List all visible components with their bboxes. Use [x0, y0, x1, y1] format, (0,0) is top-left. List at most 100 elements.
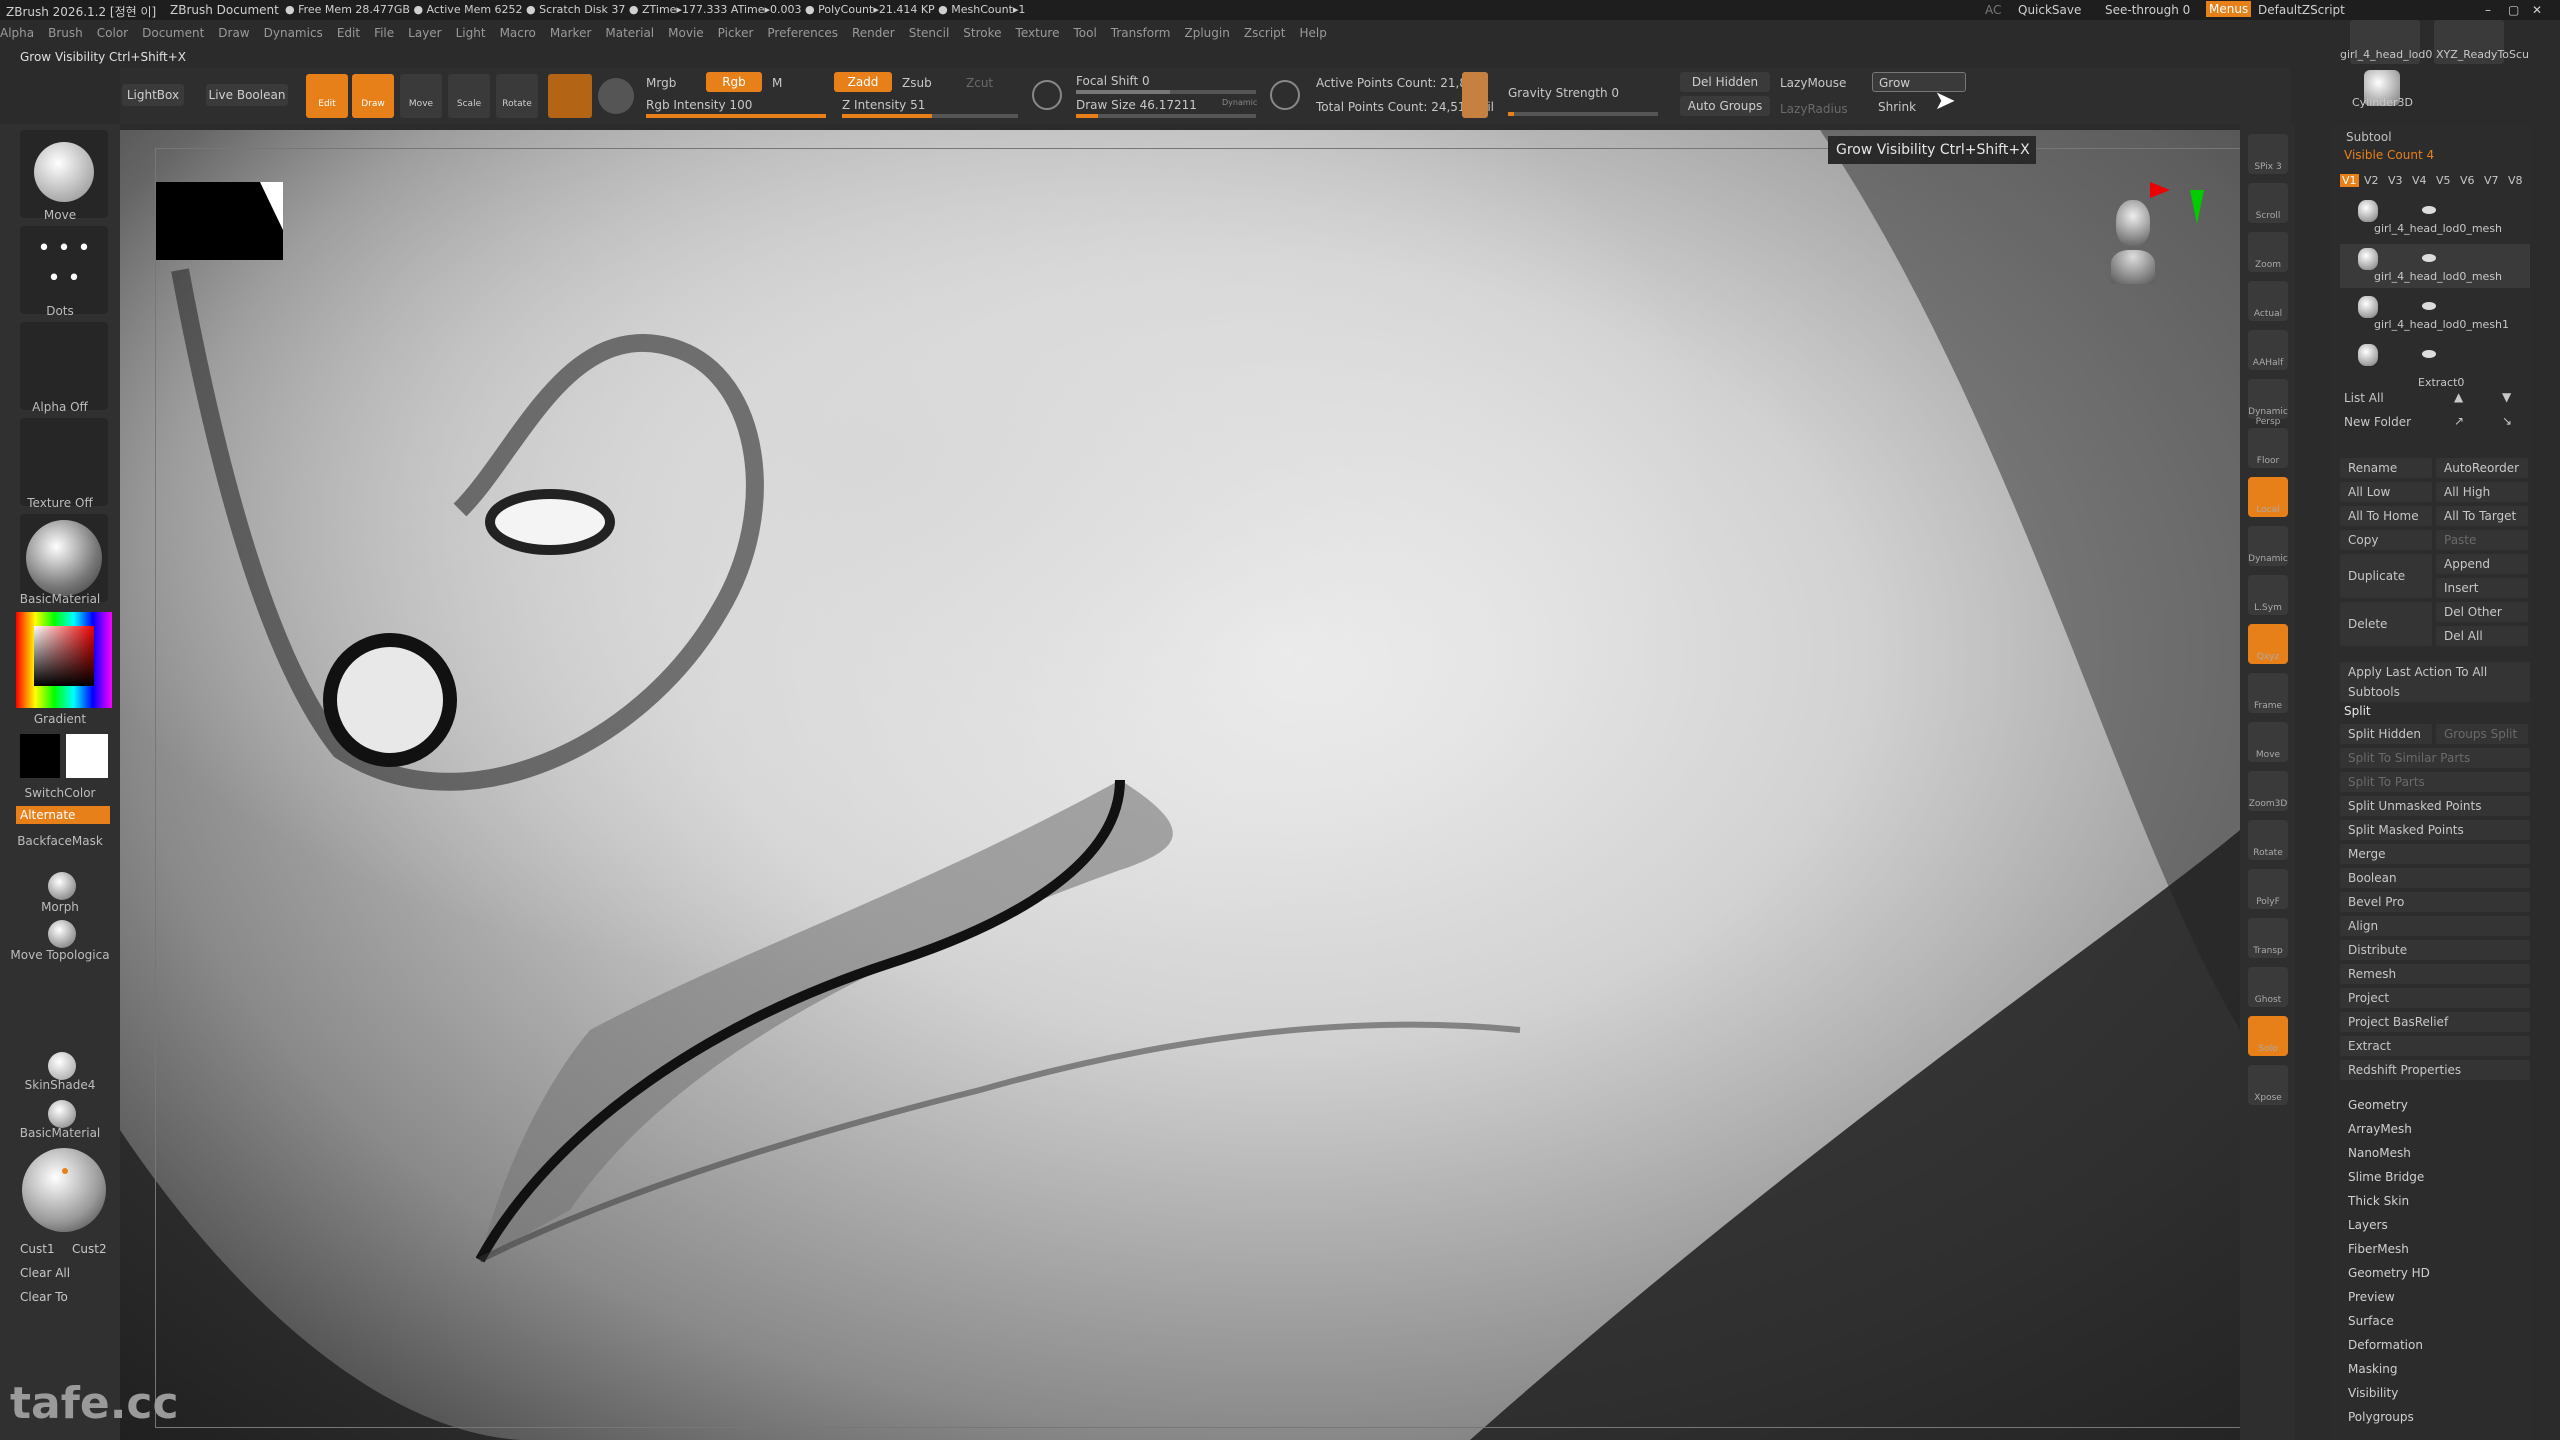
righttool-qxyz-button[interactable]: Qxyz — [2248, 624, 2288, 664]
del-hidden-button[interactable]: Del Hidden — [1680, 72, 1770, 92]
menu-edit[interactable]: Edit — [337, 26, 360, 40]
section-surface[interactable]: Surface — [2348, 1314, 2394, 1328]
section-deformation[interactable]: Deformation — [2348, 1338, 2423, 1352]
subtool-item[interactable]: girl_4_head_lod0_mesh — [2340, 244, 2530, 288]
all-to-home-button[interactable]: All To Home — [2340, 506, 2432, 526]
dots-stroke-thumb[interactable]: • • • • • — [20, 226, 108, 314]
mrgb-button[interactable]: Mrgb — [646, 76, 676, 90]
righttool-ghost-button[interactable]: Ghost — [2248, 967, 2288, 1007]
section-arraymesh[interactable]: ArrayMesh — [2348, 1122, 2412, 1136]
append-button[interactable]: Append — [2436, 554, 2528, 574]
groups-split-button[interactable]: Groups Split — [2436, 724, 2528, 744]
quicksave-button[interactable]: QuickSave — [2018, 3, 2081, 17]
subtool-item[interactable]: girl_4_head_lod0_mesh — [2340, 196, 2530, 240]
menu-dynamics[interactable]: Dynamics — [264, 26, 323, 40]
project-button[interactable]: Project — [2340, 988, 2530, 1008]
stroke-icon[interactable] — [598, 78, 634, 114]
righttool-scroll-button[interactable]: Scroll — [2248, 183, 2288, 223]
alpha-thumb[interactable] — [20, 322, 108, 410]
menu-file[interactable]: File — [374, 26, 394, 40]
version-tab-v7[interactable]: V7 — [2484, 174, 2499, 187]
zcut-button[interactable]: Zcut — [966, 76, 993, 90]
menu-help[interactable]: Help — [1300, 26, 1327, 40]
del-all-button[interactable]: Del All — [2436, 626, 2528, 646]
move-up-icon[interactable]: ↗ — [2454, 414, 2464, 428]
split-similar-parts-button[interactable]: Split To Similar Parts — [2340, 748, 2530, 768]
righttool-local-button[interactable]: Local — [2248, 477, 2288, 517]
righttool-xpose-button[interactable]: Xpose — [2248, 1065, 2288, 1105]
draw-size-label[interactable]: Draw Size 46.17211 — [1076, 98, 1197, 112]
menu-color[interactable]: Color — [97, 26, 128, 40]
minimize-icon[interactable]: – — [2485, 3, 2491, 17]
move-brush-thumb[interactable] — [20, 130, 108, 218]
righttool-dynamic-persp-button[interactable]: Dynamic Persp — [2248, 379, 2288, 427]
focal-icon[interactable] — [1032, 80, 1062, 110]
menu-macro[interactable]: Macro — [500, 26, 536, 40]
auto-groups-button[interactable]: Auto Groups — [1680, 96, 1770, 116]
gravity-slider[interactable] — [1508, 112, 1658, 116]
righttool-actual-button[interactable]: Actual — [2248, 281, 2288, 321]
menu-brush[interactable]: Brush — [48, 26, 83, 40]
focal-shift-label[interactable]: Focal Shift 0 — [1076, 74, 1150, 88]
z-intensity-slider[interactable] — [842, 114, 1018, 118]
split-unmasked-button[interactable]: Split Unmasked Points — [2340, 796, 2530, 816]
righttool-spix-3-button[interactable]: SPix 3 — [2248, 134, 2288, 174]
material-sphere-preview[interactable] — [22, 1148, 106, 1232]
boolean-button[interactable]: Boolean — [2340, 868, 2530, 888]
gravity-strength-label[interactable]: Gravity Strength 0 — [1508, 86, 1619, 100]
version-tab-v4[interactable]: V4 — [2412, 174, 2427, 187]
righttool-rotate-button[interactable]: Rotate — [2248, 820, 2288, 860]
menu-zscript[interactable]: Zscript — [1244, 26, 1286, 40]
menu-transform[interactable]: Transform — [1111, 26, 1171, 40]
zadd-button[interactable]: Zadd — [834, 72, 892, 92]
arrow-down-icon[interactable]: ▼ — [2502, 390, 2511, 404]
section-layers[interactable]: Layers — [2348, 1218, 2388, 1232]
subtool-item[interactable]: girl_4_head_lod0_mesh1 — [2340, 292, 2530, 336]
backface-mask-button[interactable]: BackfaceMask — [0, 834, 120, 848]
split-masked-button[interactable]: Split Masked Points — [2340, 820, 2530, 840]
scale-button[interactable]: Scale — [448, 74, 490, 118]
skinshade-icon[interactable] — [48, 1052, 76, 1080]
arrow-up-icon[interactable]: ▲ — [2454, 390, 2463, 404]
section-geometry-hd[interactable]: Geometry HD — [2348, 1266, 2430, 1280]
righttool-aahalf-button[interactable]: AAHalf — [2248, 330, 2288, 370]
shrink-button[interactable]: Shrink — [1878, 100, 1916, 114]
move-down-icon[interactable]: ↘ — [2502, 414, 2512, 428]
primary-color-swatch[interactable] — [66, 734, 108, 778]
default-zscript-button[interactable]: DefaultZScript — [2258, 3, 2345, 17]
version-tab-v5[interactable]: V5 — [2436, 174, 2451, 187]
remesh-button[interactable]: Remesh — [2340, 964, 2530, 984]
all-low-button[interactable]: All Low — [2340, 482, 2432, 502]
righttool-frame-button[interactable]: Frame — [2248, 673, 2288, 713]
lazyradius-slider[interactable]: LazyRadius — [1780, 102, 1848, 116]
distribute-button[interactable]: Distribute — [2340, 940, 2530, 960]
version-tab-v6[interactable]: V6 — [2460, 174, 2475, 187]
menu-zplugin[interactable]: Zplugin — [1185, 26, 1230, 40]
visibility-toggle-icon[interactable] — [2422, 302, 2436, 310]
section-polygroups[interactable]: Polygroups — [2348, 1410, 2414, 1424]
menu-document[interactable]: Document — [142, 26, 204, 40]
version-tab-v8[interactable]: V8 — [2508, 174, 2523, 187]
visibility-toggle-icon[interactable] — [2422, 254, 2436, 262]
edit-button[interactable]: Edit — [306, 74, 348, 118]
righttool-zoom-button[interactable]: Zoom — [2248, 232, 2288, 272]
menu-render[interactable]: Render — [852, 26, 895, 40]
all-to-target-button[interactable]: All To Target — [2436, 506, 2528, 526]
menu-marker[interactable]: Marker — [550, 26, 591, 40]
section-fibermesh[interactable]: FiberMesh — [2348, 1242, 2409, 1256]
menu-material[interactable]: Material — [605, 26, 654, 40]
maximize-icon[interactable]: ▢ — [2508, 3, 2519, 17]
section-slime-bridge[interactable]: Slime Bridge — [2348, 1170, 2424, 1184]
redshift-properties-button[interactable]: Redshift Properties — [2340, 1060, 2530, 1080]
all-high-button[interactable]: All High — [2436, 482, 2528, 502]
color-picker[interactable] — [16, 612, 112, 708]
lightbox-button[interactable]: LightBox — [122, 84, 184, 106]
navigation-head-gizmo[interactable] — [2108, 200, 2158, 300]
righttool-polyf-button[interactable]: PolyF — [2248, 869, 2288, 909]
focal-shift-slider[interactable] — [1076, 90, 1256, 94]
righttool-l-sym-button[interactable]: L.Sym — [2248, 575, 2288, 615]
new-folder-button[interactable]: New Folder — [2344, 415, 2411, 429]
morph-icon[interactable] — [48, 872, 76, 900]
cust1-button[interactable]: Cust1 — [20, 1242, 55, 1256]
move-button[interactable]: Move — [400, 74, 442, 118]
